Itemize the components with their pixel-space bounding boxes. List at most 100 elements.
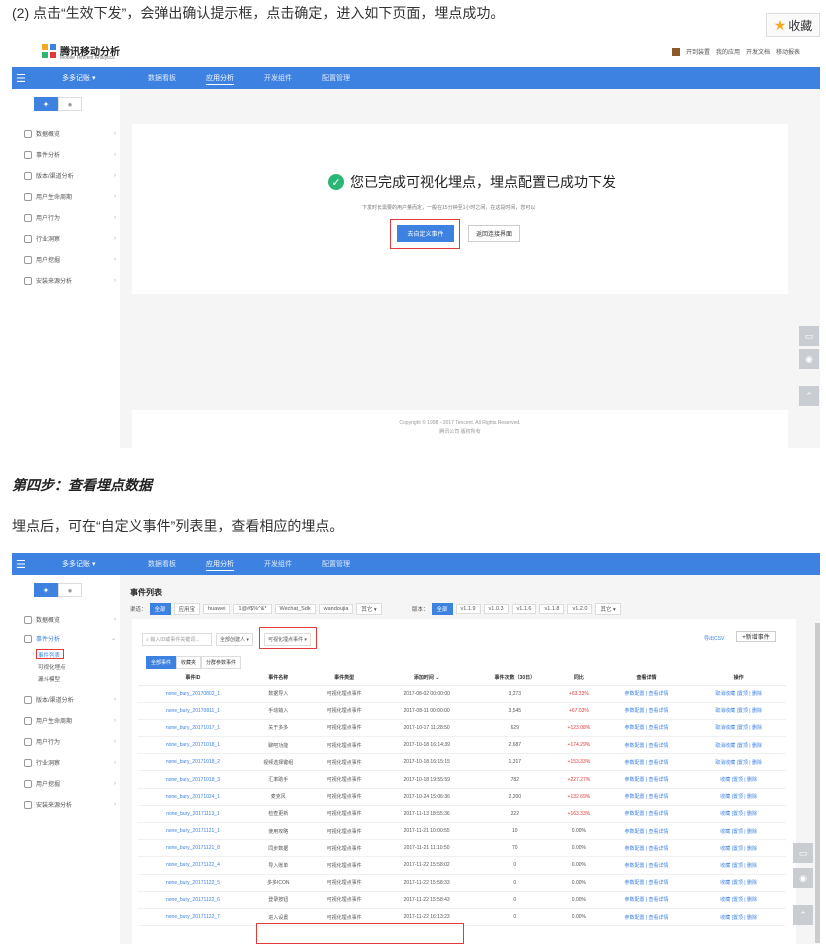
table-cell[interactable]: 收藏 |置顶 | 删除	[691, 788, 786, 806]
table-row[interactable]: none_bury_20171121_1 使用攻略 可视化埋点事件 2017-11-2…	[138, 822, 786, 841]
table-cell[interactable]: 收藏 |置顶 | 删除	[691, 891, 786, 909]
export-csv-link[interactable]: 导出CSV	[704, 635, 724, 642]
table-cell[interactable]: 参数配置 | 查看详情	[601, 908, 692, 927]
table-row[interactable]: none_bury_20171017_1 关于多多 可视化埋点事件 2017-10-1…	[138, 719, 786, 738]
table-cell[interactable]: 收藏 |置顶 | 删除	[691, 856, 786, 875]
channel-chip[interactable]: wandoujia	[318, 604, 354, 614]
table-cell[interactable]: 参数配置 | 查看详情	[601, 770, 692, 789]
nav-item[interactable]: 开发组件	[264, 73, 292, 85]
table-cell[interactable]: none_bury_20171122_6	[138, 891, 248, 909]
qq-icon[interactable]: ◉	[799, 349, 819, 369]
channel-chip[interactable]: Wechat_Sdk	[274, 604, 316, 614]
table-row[interactable]: none_bury_20171018_2 视频选择键组 可视化埋点事件 2017-10…	[138, 753, 786, 772]
top-link[interactable]: 开到装置	[686, 47, 710, 56]
table-cell[interactable]: none_bury_20171018_1	[138, 736, 248, 755]
version-chip[interactable]: v1.0.3	[483, 604, 509, 614]
table-row[interactable]: none_bury_20171122_5 多多ICON 可视化埋点事件 2017-11…	[138, 874, 786, 892]
sidebar-item[interactable]: 版本/渠道分析 ›	[24, 695, 116, 704]
sidebar-item[interactable]: 用户行为 ›	[24, 213, 116, 222]
table-row[interactable]: none_bury_20171024_1 麦克风 可视化埋点事件 2017-10-24…	[138, 788, 786, 806]
table-cell[interactable]: 收藏 |置顶 | 删除	[691, 822, 786, 841]
version-chip[interactable]: v1.1.9	[455, 604, 481, 614]
sidebar-item[interactable]: 事件分析 ›	[24, 150, 116, 159]
android-icon[interactable]: ✦	[34, 97, 58, 111]
channel-chip[interactable]: 应用宝	[173, 603, 201, 615]
table-row[interactable]: none_bury_20170811_1 手动输入 可视化埋点事件 2017-08-1…	[138, 702, 786, 720]
android-icon[interactable]: ✦	[34, 583, 58, 597]
table-cell[interactable]: 取消收藏 |置顶 | 删除	[691, 719, 786, 738]
table-cell[interactable]: none_bury_20171121_8	[138, 839, 248, 858]
sidebar-subitem[interactable]: 可视化埋点	[38, 663, 66, 671]
table-row[interactable]: none_bury_20171113_1 检查更新 可视化埋点事件 2017-11-1…	[138, 805, 786, 824]
table-cell[interactable]: 参数配置 | 查看详情	[601, 702, 692, 720]
table-cell[interactable]: 参数配置 | 查看详情	[601, 685, 692, 703]
sidebar-item[interactable]: 版本/渠道分析 ›	[24, 171, 116, 180]
table-cell[interactable]: none_bury_20171122_5	[138, 874, 248, 892]
table-cell[interactable]: none_bury_20171122_7	[138, 908, 248, 927]
table-row[interactable]: none_bury_20171121_8 同步数据 可视化埋点事件 2017-11-2…	[138, 839, 786, 858]
table-cell[interactable]: none_bury_20170802_1	[138, 685, 248, 703]
table-cell[interactable]: 收藏 |置顶 | 删除	[691, 805, 786, 824]
table-cell[interactable]: 取消收藏 |置顶 | 删除	[691, 702, 786, 720]
table-cell[interactable]: 参数配置 | 查看详情	[601, 753, 692, 772]
channel-chip[interactable]: 其它 ▾	[356, 603, 382, 615]
nav-item-active[interactable]: 应用分析	[206, 559, 234, 571]
table-cell[interactable]: 参数配置 | 查看详情	[601, 891, 692, 909]
tab-all-events[interactable]: 全部事件	[146, 656, 177, 669]
sidebar-item[interactable]: 数据概览 ›	[24, 615, 116, 624]
apple-icon[interactable]: ●	[58, 583, 82, 597]
os-toggle[interactable]: ✦ ●	[34, 583, 82, 597]
tab-favorites[interactable]: 收藏夹	[176, 656, 202, 669]
app-selector[interactable]: 多多记账 ▾	[62, 559, 95, 569]
table-cell[interactable]: 收藏 |置顶 | 删除	[691, 874, 786, 892]
table-cell[interactable]: 参数配置 | 查看详情	[601, 856, 692, 875]
sidebar-item[interactable]: 用户挖掘 ›	[24, 255, 116, 264]
version-chip[interactable]: 全部	[431, 603, 453, 615]
table-cell[interactable]: 取消收藏 |置顶 | 删除	[691, 753, 786, 772]
version-chip[interactable]: v1.1.8	[539, 604, 565, 614]
search-input[interactable]: ⌕ 输入ID或事件关键词...	[142, 633, 212, 646]
nav-item[interactable]: 配置管理	[322, 73, 350, 85]
table-cell[interactable]: 取消收藏 |置顶 | 删除	[691, 736, 786, 755]
favorite-button[interactable]: ★ 收藏	[766, 13, 820, 37]
nav-item-active[interactable]: 应用分析	[206, 73, 234, 85]
nav-item[interactable]: 数据看板	[148, 73, 176, 85]
sidebar-item[interactable]: 用户挖掘 ›	[24, 779, 116, 788]
channel-chip[interactable]: 1@#$%^&*	[233, 604, 272, 614]
channel-chip[interactable]: 全部	[149, 603, 171, 615]
table-row[interactable]: none_bury_20170802_1 数据导入 可视化埋点事件 2017-08-0…	[138, 685, 786, 703]
new-event-button[interactable]: +新增事件	[736, 631, 776, 642]
nav-item[interactable]: 开发组件	[264, 559, 292, 571]
table-row[interactable]: none_bury_20171018_3 汇率助手 可视化埋点事件 2017-10-1…	[138, 770, 786, 789]
version-chip[interactable]: v1.1.6	[511, 604, 537, 614]
table-cell[interactable]: none_bury_20170811_1	[138, 702, 248, 720]
sidebar-item[interactable]: 用户生命周期 ›	[24, 192, 116, 201]
table-cell[interactable]: none_bury_20171121_1	[138, 822, 248, 841]
app-selector[interactable]: 多多记账 ▾	[62, 73, 95, 83]
menu-icon[interactable]: ☰	[16, 558, 26, 571]
table-cell[interactable]: none_bury_20171018_3	[138, 770, 248, 789]
os-toggle[interactable]: ✦ ●	[34, 97, 82, 111]
event-type-select[interactable]: 可视化埋点事件 ▾	[264, 633, 311, 646]
qq-icon[interactable]: ◉	[793, 868, 813, 888]
table-cell[interactable]: none_bury_20171113_1	[138, 805, 248, 824]
top-link[interactable]: 移动报表	[776, 47, 800, 56]
table-cell[interactable]: none_bury_20171122_4	[138, 856, 248, 875]
table-row[interactable]: none_bury_20171122_6 登录按钮 可视化埋点事件 2017-11-2…	[138, 891, 786, 909]
version-chip[interactable]: 其它 ▾	[595, 603, 621, 615]
sidebar-item[interactable]: 数据概览 ›	[24, 129, 116, 138]
table-cell[interactable]: 参数配置 | 查看详情	[601, 822, 692, 841]
sidebar-item[interactable]: 行业洞察 ›	[24, 234, 116, 243]
apple-icon[interactable]: ●	[58, 97, 82, 111]
table-cell[interactable]: 参数配置 | 查看详情	[601, 805, 692, 824]
sidebar-subitem[interactable]: 漏斗模型	[38, 675, 60, 683]
table-cell[interactable]: none_bury_20171024_1	[138, 788, 248, 806]
sidebar-item-active[interactable]: 事件分析 ⌄	[24, 634, 116, 643]
table-cell[interactable]: 取消收藏 |置顶 | 删除	[691, 685, 786, 703]
table-cell[interactable]: 参数配置 | 查看详情	[601, 874, 692, 892]
sidebar-subitem-active[interactable]: 事件列表	[38, 651, 60, 659]
tab-group-events[interactable]: 分群参数事件	[201, 656, 242, 669]
top-link[interactable]: 我的应用	[716, 47, 740, 56]
table-row[interactable]: none_bury_20171018_1 聊吧功能 可视化埋点事件 2017-10-1…	[138, 736, 786, 755]
table-cell[interactable]: 参数配置 | 查看详情	[601, 839, 692, 858]
